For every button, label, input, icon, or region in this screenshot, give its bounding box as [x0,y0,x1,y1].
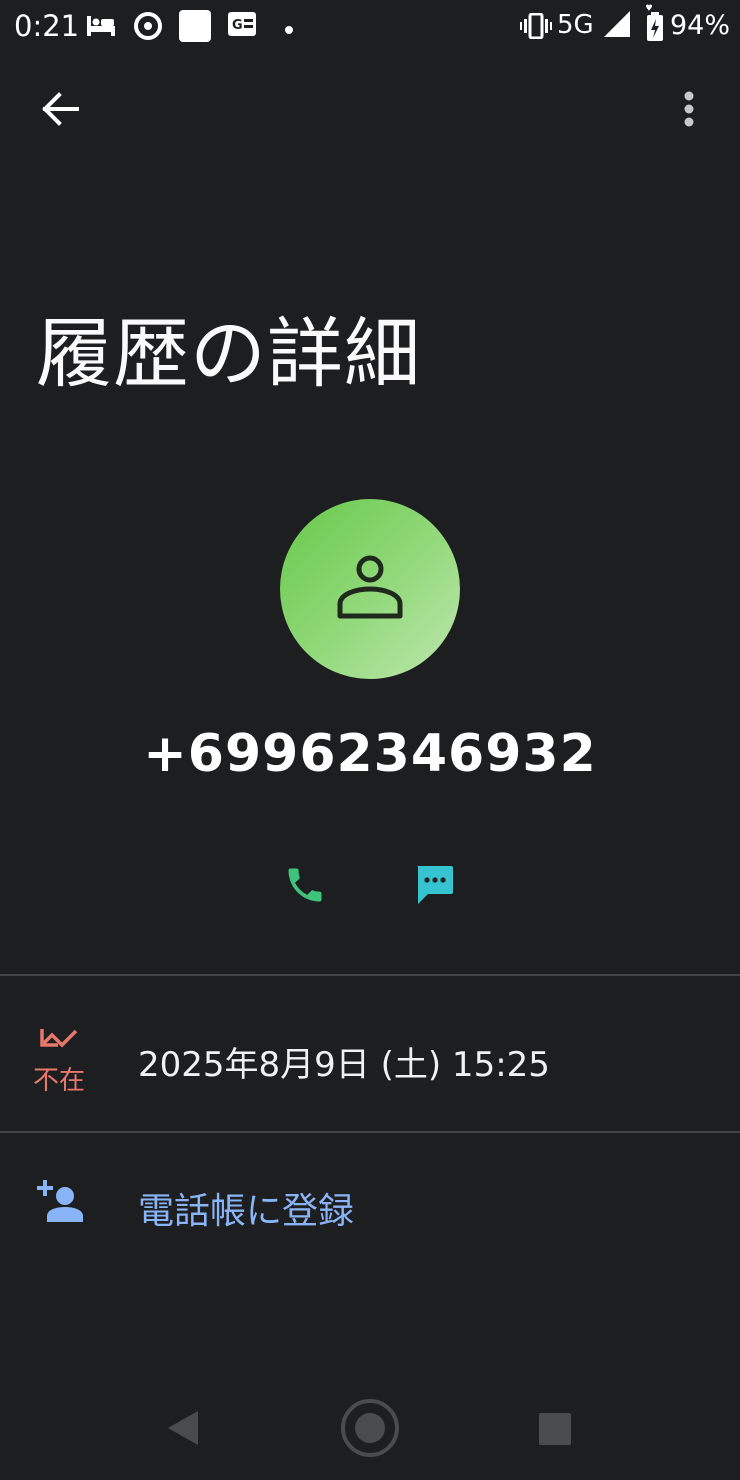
message-button[interactable] [405,858,463,916]
battery-charging-icon [642,4,668,46]
call-type-label: 不在 [33,1066,86,1096]
person-icon [334,552,406,626]
person-add-icon [36,1178,84,1228]
call-button[interactable] [276,858,334,916]
nav-recents-icon[interactable] [538,1412,572,1450]
sleep-icon [86,12,116,42]
more-options-button[interactable] [669,86,709,136]
vibrate-icon [520,12,552,43]
svg-text:G: G [232,18,243,33]
phone-icon [283,863,327,911]
call-log-row[interactable]: 不在 2025年8月9日 (土) 15:25 [0,976,740,1131]
page-title: 履歴の詳細 [36,309,421,398]
battery-percent: 94% [670,10,731,41]
missed-call-icon [38,1026,80,1056]
avatar [280,499,460,679]
back-button[interactable] [30,86,90,136]
nav-bar [0,1380,740,1480]
status-bar: 0:21 G 5G 94% [0,0,740,52]
ge-news-icon: G [228,12,256,40]
add-contact-row[interactable]: 電話帳に登録 [0,1133,740,1273]
arrow-back-icon [41,92,79,130]
dot-icon [284,20,294,39]
phone-number: +69962346932 [143,724,597,784]
call-datetime: 2025年8月9日 (土) 15:25 [138,1045,550,1085]
chrome-icon [134,12,162,44]
more-vert-icon [683,91,695,131]
status-time: 0:21 [14,9,80,43]
square-notification-icon [179,10,211,46]
nav-back-icon[interactable] [164,1409,200,1451]
signal-icon [603,10,631,42]
add-contact-label: 電話帳に登録 [138,1191,355,1232]
network-type: 5G [557,10,594,40]
nav-home-icon[interactable] [339,1397,401,1463]
message-icon [412,863,456,911]
